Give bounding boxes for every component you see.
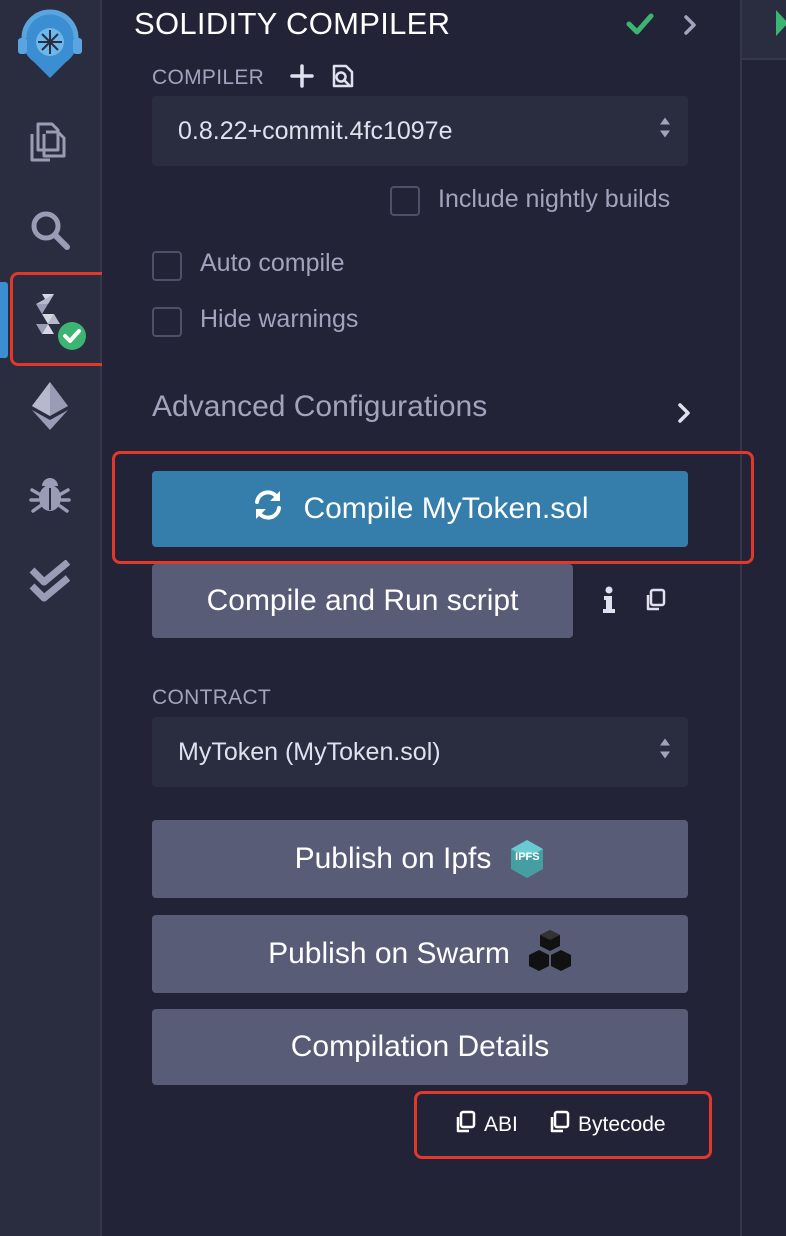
compiler-label: COMPILER <box>152 66 265 89</box>
copy-abi-link[interactable]: ABI <box>454 1110 518 1139</box>
chevron-right-icon[interactable] <box>682 14 698 41</box>
icon-sidebar <box>0 0 110 1236</box>
copy-abi-label: ABI <box>484 1112 518 1136</box>
search-icon[interactable] <box>24 204 76 256</box>
copy-bytecode-label: Bytecode <box>578 1112 666 1136</box>
compiler-version-value: 0.8.22+commit.4fc1097e <box>178 116 453 145</box>
select-arrows-icon <box>658 115 672 148</box>
advanced-configurations-label: Advanced Configurations <box>152 390 488 423</box>
refresh-icon <box>251 488 285 530</box>
hide-warnings-label: Hide warnings <box>200 305 359 333</box>
ipfs-logo-icon: IPFS <box>509 839 545 879</box>
advanced-configurations-toggle[interactable]: Advanced Configurations <box>152 390 692 434</box>
ipfs-badge-text: IPFS <box>515 851 540 863</box>
copy-icon <box>454 1110 476 1139</box>
publish-ipfs-button[interactable]: Publish on Ipfs IPFS <box>152 820 688 898</box>
copy-icon[interactable] <box>644 588 666 617</box>
page-title: SOLIDITY COMPILER <box>134 6 451 41</box>
compile-button-label: Compile MyToken.sol <box>303 492 589 525</box>
select-arrows-icon <box>658 736 672 769</box>
compiler-version-select[interactable]: 0.8.22+commit.4fc1097e <box>152 96 688 166</box>
deploy-ethereum-icon[interactable] <box>24 380 76 432</box>
publish-swarm-label: Publish on Swarm <box>268 937 510 970</box>
debugger-bug-icon[interactable] <box>24 468 76 520</box>
nightly-builds-label: Include nightly builds <box>438 185 671 213</box>
swarm-logo-icon <box>528 928 572 980</box>
add-compiler-icon[interactable] <box>290 64 314 93</box>
testing-check-icon[interactable] <box>24 556 76 608</box>
publish-ipfs-label: Publish on Ipfs <box>294 842 492 875</box>
editor-edge <box>740 0 786 1236</box>
contract-select-value: MyToken (MyToken.sol) <box>178 737 441 766</box>
active-tab-marker <box>0 282 8 358</box>
editor-tabs-edge <box>742 0 786 60</box>
compiler-panel: SOLIDITY COMPILER COMPILER 0.8.22+commit… <box>102 0 754 1236</box>
compile-and-run-button[interactable]: Compile and Run script <box>152 564 573 638</box>
run-icon[interactable] <box>774 8 786 38</box>
contract-select[interactable]: MyToken (MyToken.sol) <box>152 717 688 787</box>
auto-compile-label: Auto compile <box>200 249 345 277</box>
chevron-right-icon <box>676 402 692 429</box>
compile-and-run-label: Compile and Run script <box>206 584 519 617</box>
compilation-details-button[interactable]: Compilation Details <box>152 1009 688 1085</box>
copy-icon <box>548 1110 570 1139</box>
publish-swarm-button[interactable]: Publish on Swarm <box>152 915 688 993</box>
info-icon[interactable] <box>602 586 616 619</box>
solidity-compiler-icon[interactable] <box>28 290 92 354</box>
remix-logo-icon[interactable] <box>12 8 88 84</box>
check-icon <box>626 10 654 43</box>
nightly-builds-checkbox[interactable] <box>390 186 420 216</box>
contract-label: CONTRACT <box>152 686 272 709</box>
compilation-details-label: Compilation Details <box>290 1030 550 1063</box>
hide-warnings-checkbox[interactable] <box>152 307 182 337</box>
compile-button[interactable]: Compile MyToken.sol <box>152 471 688 547</box>
file-explorer-icon[interactable] <box>24 116 76 168</box>
auto-compile-checkbox[interactable] <box>152 251 182 281</box>
copy-bytecode-link[interactable]: Bytecode <box>548 1110 666 1139</box>
custom-compiler-file-icon[interactable] <box>328 62 356 95</box>
